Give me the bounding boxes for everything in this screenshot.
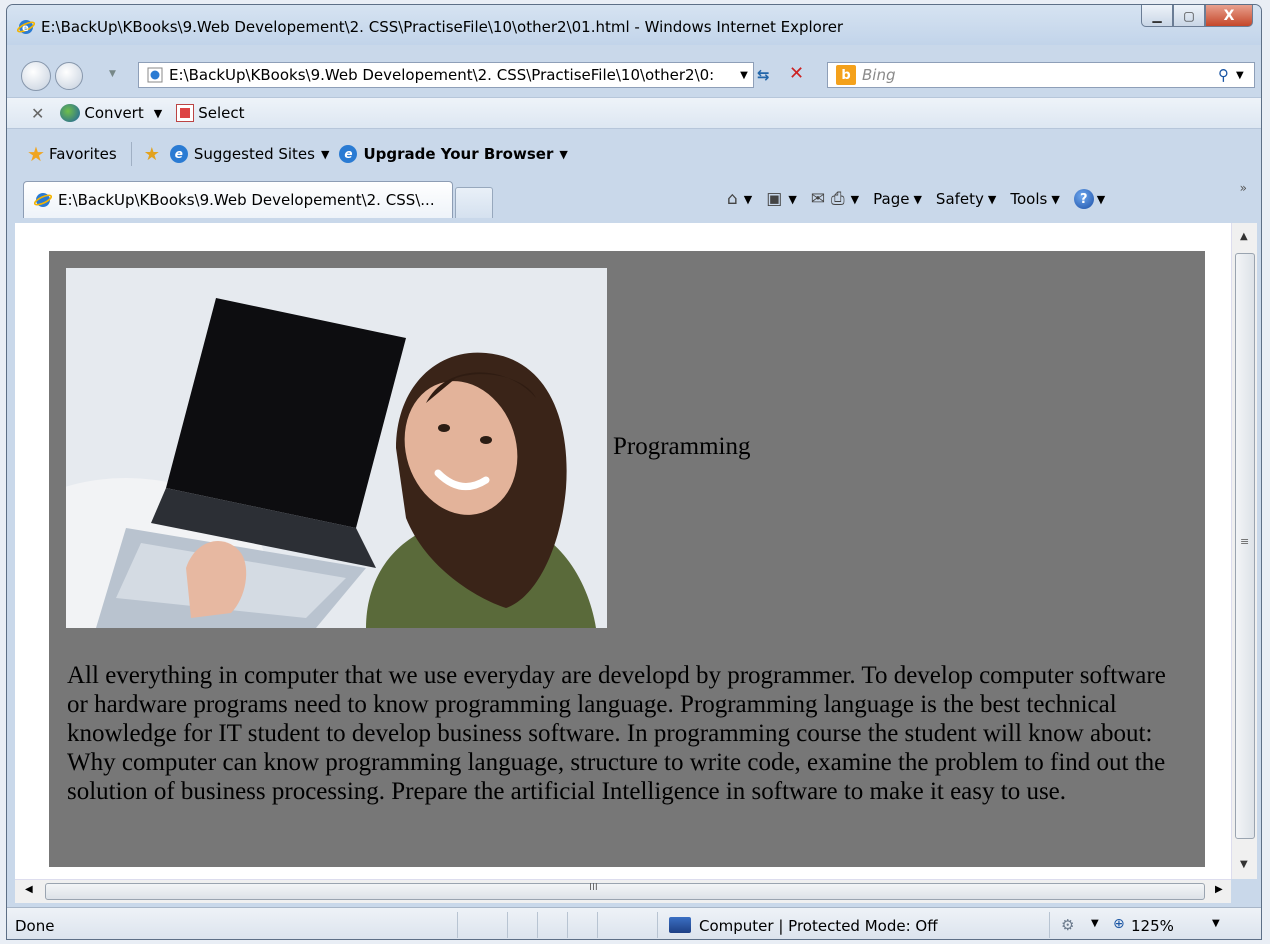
photo-illustration [66,268,607,628]
search-input[interactable]: Bing [862,66,1218,84]
back-button[interactable] [21,61,51,91]
address-dropdown-icon[interactable]: ▼ [735,70,753,81]
close-window-button[interactable]: X [1205,5,1253,27]
print-dropdown-icon[interactable]: ▼ [851,193,859,206]
suggested-sites-link[interactable]: Suggested Sites [194,145,315,163]
computer-zone-icon [669,917,691,933]
page-viewport: Programming All everything in computer t… [15,223,1231,879]
title-bar: e E:\BackUp\KBooks\9.Web Developement\2.… [7,5,1261,45]
divider [537,912,538,938]
content-panel: Programming All everything in computer t… [49,251,1205,867]
maximize-button[interactable]: ▢ [1173,5,1205,27]
window-controls: ▁ ▢ X [1141,5,1253,27]
scroll-left-icon[interactable]: ◀ [25,884,33,895]
tab-current[interactable]: E:\BackUp\KBooks\9.Web Developement\2. C… [23,181,453,218]
select-icon [176,104,195,122]
svg-text:e: e [22,23,29,34]
zoom-icon[interactable]: ⊕ [1113,916,1125,932]
divider [130,142,132,166]
home-dropdown-icon[interactable]: ▼ [744,193,752,206]
scroll-up-icon[interactable]: ▲ [1240,231,1248,242]
convert-dropdown-icon[interactable]: ▼ [154,107,162,120]
protected-mode-dropdown-icon[interactable]: ▼ [1091,918,1099,929]
page-icon [147,67,163,83]
suggested-sites-dropdown-icon[interactable]: ▼ [321,148,329,161]
divider [457,912,458,938]
laptop-woman-photo [66,268,607,628]
status-text: Done [15,917,55,935]
favorites-bar: ★ Favorites ★ e Suggested Sites ▼ e Upgr… [7,135,1261,173]
tab-row: E:\BackUp\KBooks\9.Web Developement\2. C… [7,177,1261,221]
page-paragraph: All everything in computer that we use e… [67,662,1166,805]
page-menu-dropdown-icon[interactable]: ▼ [913,193,921,206]
print-icon[interactable]: ⎙ [831,189,845,209]
horizontal-scrollbar[interactable]: ◀ III ▶ [15,879,1231,903]
upgrade-browser-dropdown-icon[interactable]: ▼ [559,148,567,161]
help-dropdown-icon[interactable]: ▼ [1097,193,1105,206]
ie-tab-icon [34,193,52,207]
favorites-button[interactable]: Favorites [49,145,117,163]
upgrade-browser-link[interactable]: Upgrade Your Browser [363,145,553,163]
zoom-level[interactable]: 125% [1131,917,1174,935]
tab-label: E:\BackUp\KBooks\9.Web Developement\2. C… [58,191,435,209]
command-bar: ✕ Convert ▼ Select [7,97,1261,129]
add-favorite-icon[interactable]: ★ [144,144,160,165]
protected-mode-icon[interactable]: ⚙ [1061,916,1074,934]
search-box[interactable]: b Bing ⚲ ▼ [827,62,1255,88]
divider [507,912,508,938]
address-bar[interactable]: E:\BackUp\KBooks\9.Web Developement\2. C… [138,62,754,88]
address-row: ▼ E:\BackUp\KBooks\9.Web Developement\2.… [7,53,1261,93]
tools-menu-dropdown-icon[interactable]: ▼ [1051,193,1059,206]
scroll-grip-icon: ≡ [1240,535,1250,548]
home-icon[interactable]: ⌂ [727,189,738,209]
tools-menu[interactable]: Tools [1010,190,1047,208]
favorites-star-icon: ★ [27,142,45,166]
feeds-icon[interactable]: ▣ [766,189,782,209]
new-tab-button[interactable] [455,187,493,218]
help-icon[interactable]: ? [1073,189,1094,209]
scroll-right-icon[interactable]: ▶ [1215,884,1223,895]
safety-menu-dropdown-icon[interactable]: ▼ [988,193,996,206]
zoom-dropdown-icon[interactable]: ▼ [1212,918,1220,929]
scroll-down-icon[interactable]: ▼ [1240,859,1248,870]
browser-window: e E:\BackUp\KBooks\9.Web Developement\2.… [6,4,1262,940]
recent-pages-dropdown[interactable]: ▼ [109,69,116,79]
security-zone[interactable]: Computer | Protected Mode: Off [699,917,938,935]
select-button[interactable]: Select [198,104,244,122]
safety-menu[interactable]: Safety [936,190,984,208]
feeds-dropdown-icon[interactable]: ▼ [788,193,796,206]
refresh-icon[interactable]: ⇆ [757,66,779,84]
mail-icon[interactable]: ✉ [811,189,825,209]
divider [1049,912,1050,938]
stop-icon[interactable]: ✕ [789,63,804,84]
scroll-grip-icon: III [589,882,598,893]
toolbar-overflow-icon[interactable]: » [1240,181,1247,195]
page-heading: Programming [613,433,751,460]
vertical-scrollbar[interactable]: ▲ ≡ ▼ [1231,223,1257,879]
ie-page-icon: e [169,145,188,163]
search-icon[interactable]: ⚲ [1218,66,1236,84]
divider [597,912,598,938]
divider [567,912,568,938]
command-toolbar: ⌂ ▼ ▣ ▼ ✉ ⎙ ▼ Page ▼ Safety ▼ Tools ▼ ? … [727,185,1119,213]
close-toolbar-icon[interactable]: ✕ [31,104,44,123]
forward-button[interactable] [55,62,83,90]
search-dropdown-icon[interactable]: ▼ [1236,70,1254,81]
convert-button[interactable]: Convert [84,104,143,122]
minimize-button[interactable]: ▁ [1141,5,1173,27]
ie-page-icon: e [339,145,358,163]
address-url[interactable]: E:\BackUp\KBooks\9.Web Developement\2. C… [169,66,735,84]
horizontal-scroll-thumb[interactable] [45,883,1205,900]
ie-logo-icon: e [17,20,35,34]
window-title: E:\BackUp\KBooks\9.Web Developement\2. C… [41,18,844,36]
status-bar: Done Computer | Protected Mode: Off ⚙ ▼ … [7,907,1261,939]
convert-icon [60,104,81,122]
divider [657,912,658,938]
page-menu[interactable]: Page [873,190,909,208]
bing-icon: b [836,65,856,85]
